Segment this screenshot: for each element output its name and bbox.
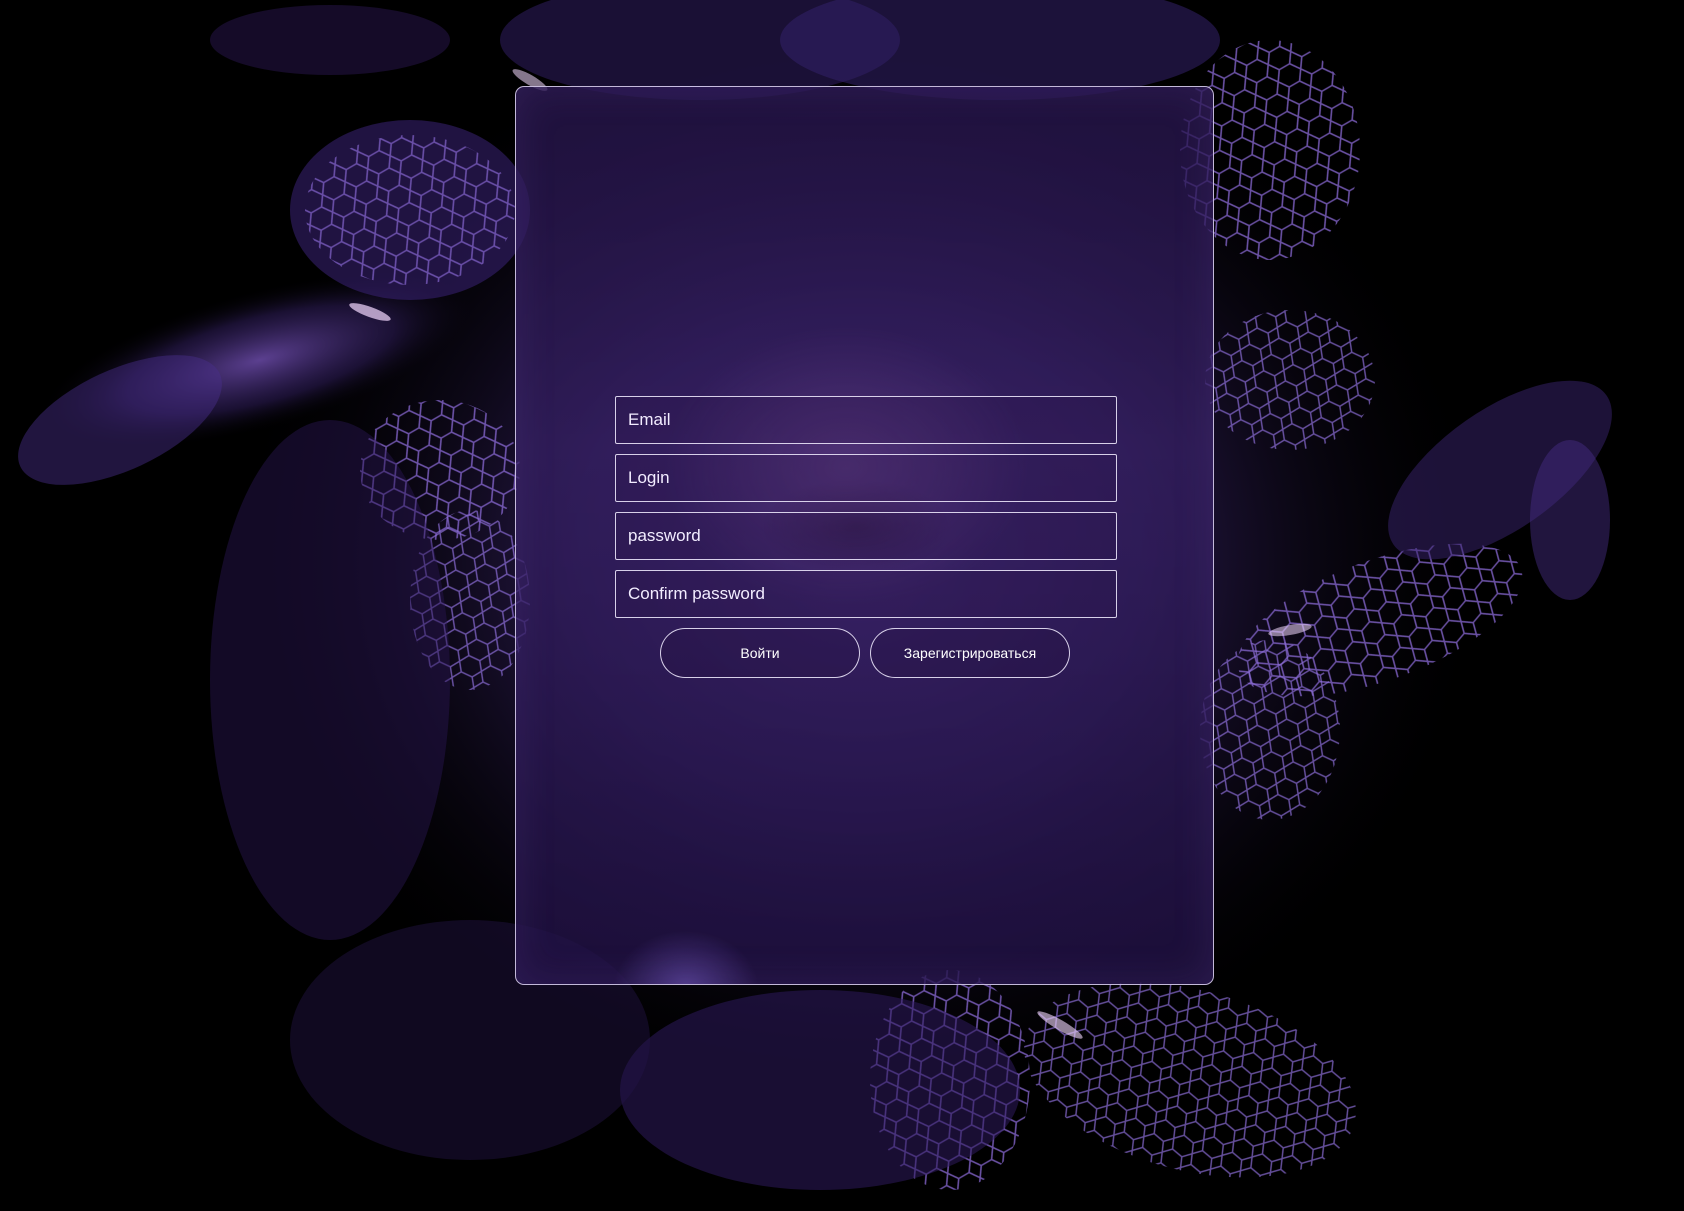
- page: Войти Зарегистрироваться: [0, 0, 1684, 1211]
- login-button[interactable]: Войти: [660, 628, 860, 678]
- password-field[interactable]: [615, 512, 1117, 560]
- email-field[interactable]: [615, 396, 1117, 444]
- register-button[interactable]: Зарегистрироваться: [870, 628, 1070, 678]
- form-buttons: Войти Зарегистрироваться: [660, 628, 1072, 678]
- login-field[interactable]: [615, 454, 1117, 502]
- registration-form: Войти Зарегистрироваться: [615, 396, 1117, 678]
- registration-card: Войти Зарегистрироваться: [515, 86, 1214, 985]
- bottom-strip: [0, 1197, 1684, 1211]
- confirm-password-field[interactable]: [615, 570, 1117, 618]
